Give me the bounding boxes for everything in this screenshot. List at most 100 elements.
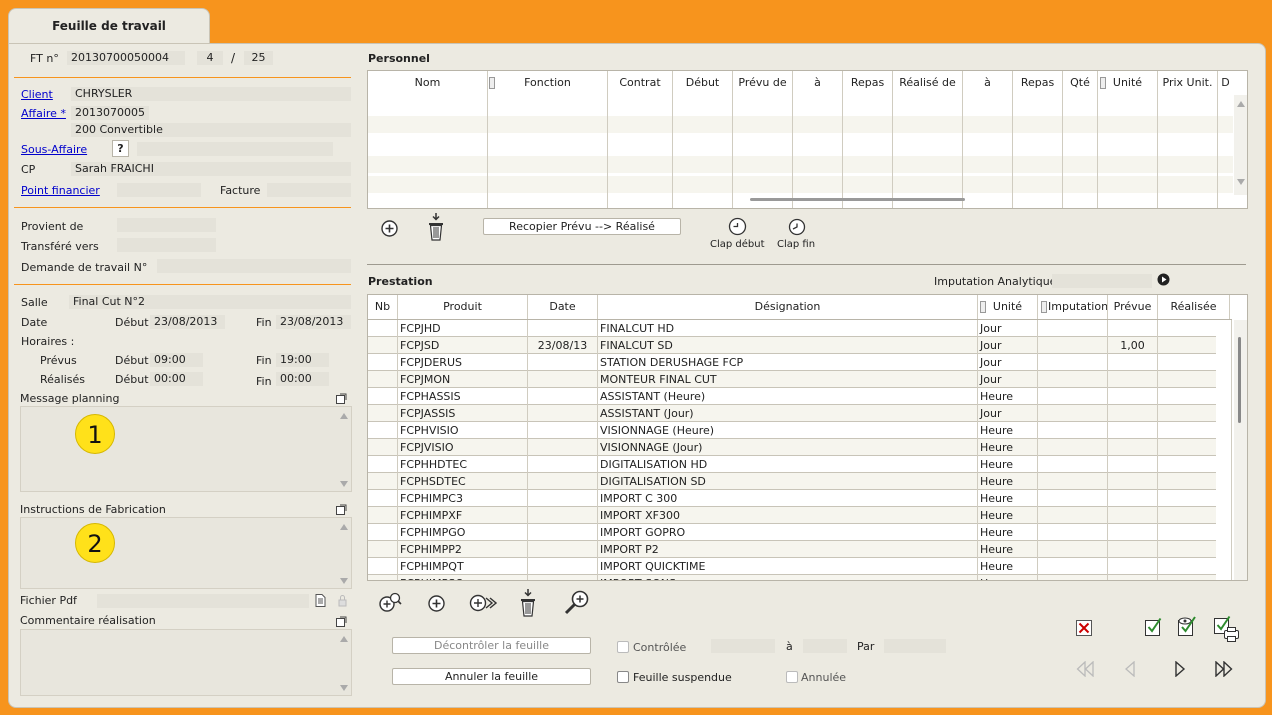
column-header-debut[interactable]: Début [673,71,733,95]
column-header-realise-a[interactable]: à [963,71,1013,95]
clock-icon[interactable] [728,217,747,236]
column-header-repas[interactable]: Repas [843,71,893,95]
point-financier-field[interactable] [117,183,201,197]
scroll-up-icon[interactable] [1237,101,1245,107]
affaire-link[interactable]: Affaire * [21,107,66,120]
cp-field[interactable]: Sarah FRAICHI [71,162,351,176]
salle-field[interactable]: Final Cut N°2 [69,295,351,309]
provient-field[interactable] [117,218,216,232]
last-page-icon[interactable] [1214,661,1234,677]
table-row[interactable]: FCPHIMPGO IMPORT GOPRO Heure [368,524,1232,541]
expand-icon[interactable] [336,393,347,404]
prevus-fin-field[interactable]: 19:00 [276,353,329,367]
expand-icon[interactable] [336,504,347,515]
sous-affaire-link[interactable]: Sous-Affaire [21,143,87,156]
table-row[interactable]: FCPJASSIS ASSISTANT (Jour) Jour [368,405,1232,422]
vertical-scrollbar[interactable] [1234,320,1247,580]
column-header-qte[interactable]: Qté [1063,71,1098,95]
table-row[interactable]: FCPJHD FINALCUT HD Jour [368,320,1232,337]
table-row[interactable]: FCPHIMPXF IMPORT XF300 Heure [368,507,1232,524]
feuille-suspendue-checkbox[interactable] [617,671,629,683]
date-fin-field[interactable]: 23/08/2013 [276,315,351,329]
horizontal-scrollbar-thumb[interactable] [750,198,965,201]
affaire-field[interactable]: 2013070005 [71,106,149,120]
scroll-down-icon[interactable] [340,685,348,691]
add-icon[interactable] [427,594,446,613]
column-menu-icon[interactable] [1100,77,1106,89]
demande-field[interactable] [157,259,351,273]
table-row[interactable]: FCPJVISIO VISIONNAGE (Jour) Heure [368,439,1232,456]
message-planning-textarea[interactable] [20,406,352,492]
decontroler-button[interactable]: Décontrôler la feuille [392,637,591,654]
column-menu-icon[interactable] [980,301,986,313]
table-row[interactable]: FCPHIMPQT IMPORT QUICKTIME Heure [368,558,1232,575]
table-row[interactable]: FCPHIMPP2 IMPORT P2 Heure [368,541,1232,558]
client-link[interactable]: Client [21,88,53,101]
column-header-prevue[interactable]: Prévue [1108,295,1158,319]
column-header-prevu-de[interactable]: Prévu de [733,71,793,95]
personnel-grid[interactable]: Nom Fonction Contrat Début Prévu de à Re… [367,70,1248,209]
expand-icon[interactable] [336,616,347,627]
add-multiple-icon[interactable] [469,592,497,614]
facture-field[interactable] [267,183,351,197]
table-row[interactable]: FCPHHDTEC DIGITALISATION HD Heure [368,456,1232,473]
column-menu-icon[interactable] [489,77,495,89]
date-debut-field[interactable]: 23/08/2013 [150,315,225,329]
client-field[interactable]: CHRYSLER [71,87,351,101]
realises-debut-field[interactable]: 00:00 [150,372,203,386]
sous-affaire-help-button[interactable]: ? [112,140,129,157]
document-icon[interactable] [315,594,326,607]
table-row[interactable]: FCPJMON MONTEUR FINAL CUT Jour [368,371,1232,388]
column-header-date[interactable]: Date [528,295,598,319]
zoom-in-icon[interactable] [563,589,591,617]
scroll-up-icon[interactable] [340,524,348,530]
previous-page-icon[interactable] [1124,661,1136,677]
controlee-checkbox[interactable] [617,641,629,653]
column-header-unite[interactable]: Unité [1098,71,1158,95]
column-header-prix-unit[interactable]: Prix Unit. [1158,71,1218,95]
add-icon[interactable] [380,219,399,238]
column-header-unite[interactable]: Unité [978,295,1038,319]
recopier-button[interactable]: Recopier Prévu --> Réalisé [483,218,681,235]
instructions-textarea[interactable] [20,517,352,589]
scroll-down-icon[interactable] [1237,179,1245,185]
controlee-time-field[interactable] [803,639,847,653]
scroll-down-icon[interactable] [340,481,348,487]
page-current-field[interactable]: 4 [197,51,223,65]
column-header-nb[interactable]: Nb [368,295,398,319]
table-row[interactable]: FCPJDERUS STATION DERUSHAGE FCP Jour [368,354,1232,371]
sous-affaire-field[interactable] [137,142,333,156]
ft-number-field[interactable]: 20130700050004 [67,51,185,65]
prestation-grid[interactable]: Nb Produit Date Désignation Unité Imputa… [367,294,1248,581]
commentaire-textarea[interactable] [20,629,352,696]
transfere-field[interactable] [117,238,216,252]
next-page-icon[interactable] [1174,661,1186,677]
first-page-icon[interactable] [1076,661,1095,677]
column-header-contrat[interactable]: Contrat [608,71,673,95]
annuler-feuille-button[interactable]: Annuler la feuille [392,668,591,685]
column-header-imputation[interactable]: Imputation [1038,295,1108,319]
scroll-up-icon[interactable] [340,636,348,642]
scroll-down-icon[interactable] [340,578,348,584]
column-header-realise-de[interactable]: Réalisé de [893,71,963,95]
fichier-pdf-field[interactable] [97,594,309,608]
scroll-up-icon[interactable] [340,413,348,419]
column-header-d[interactable]: D [1218,71,1233,95]
controlee-date-field[interactable] [711,639,775,653]
table-row[interactable]: FCPHASSIS ASSISTANT (Heure) Heure [368,388,1232,405]
column-header-fonction[interactable]: Fonction [488,71,608,95]
table-row[interactable]: FCPJSD 23/08/13 FINALCUT SD Jour 1,00 [368,337,1232,354]
column-header-designation[interactable]: Désignation [598,295,978,319]
validate-icon[interactable] [1145,617,1163,636]
table-row[interactable]: FCPHVISIO VISIONNAGE (Heure) Heure [368,422,1232,439]
play-icon[interactable] [1157,273,1170,286]
controlee-par-field[interactable] [884,639,946,653]
realises-fin-field[interactable]: 00:00 [276,372,329,386]
tab-feuille-de-travail[interactable]: Feuille de travail [8,8,210,44]
imputation-analytique-field[interactable] [1052,274,1152,288]
table-row[interactable]: FCPHIMPSO IMPORT SONSHeure [368,575,1232,580]
trash-icon[interactable] [518,588,538,618]
column-header-realisee[interactable]: Réalisée [1158,295,1230,319]
column-header-prevu-a[interactable]: à [793,71,843,95]
prevus-debut-field[interactable]: 09:00 [150,353,203,367]
